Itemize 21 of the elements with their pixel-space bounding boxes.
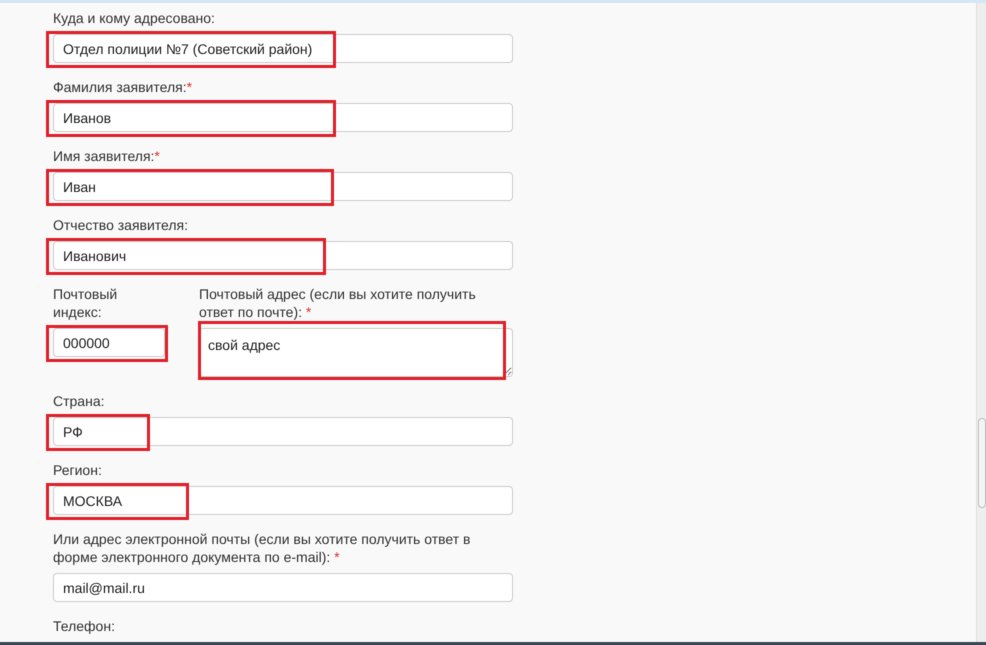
input-field[interactable]: Отдел полиции №7 (Советский район): [53, 34, 513, 63]
field-label: Отчество заявителя:: [53, 216, 190, 234]
text-area[interactable]: свой адрес: [199, 328, 513, 377]
field-label: Фамилия заявителя:*: [53, 78, 194, 96]
input-field[interactable]: 000000: [53, 328, 165, 357]
field-label: Почтовый индекс:: [53, 285, 118, 321]
field-label: Страна:: [53, 392, 106, 410]
scrollbar[interactable]: [976, 3, 986, 642]
input-field[interactable]: Иван: [53, 172, 513, 201]
input-field[interactable]: МОСКВА: [53, 486, 513, 515]
scroll-thumb[interactable]: [978, 418, 986, 508]
field-label: Регион:: [53, 461, 103, 479]
input-field[interactable]: Иванов: [53, 103, 513, 132]
field-label: Куда и кому адресовано:: [53, 9, 216, 27]
input-field[interactable]: РФ: [53, 417, 513, 446]
field-label: Имя заявителя:*: [53, 147, 161, 165]
input-field[interactable]: mail@mail.ru: [53, 573, 513, 602]
field-label: Почтовый адрес (если вы хотите получить ответ по почте): *: [199, 285, 477, 321]
input-field[interactable]: Иванович: [53, 241, 513, 270]
field-label: Телефон:: [53, 617, 116, 635]
field-label: Или адрес электронной почты (если вы хотите получить ответ в форме электронного документа по e-mail): *: [53, 530, 472, 566]
